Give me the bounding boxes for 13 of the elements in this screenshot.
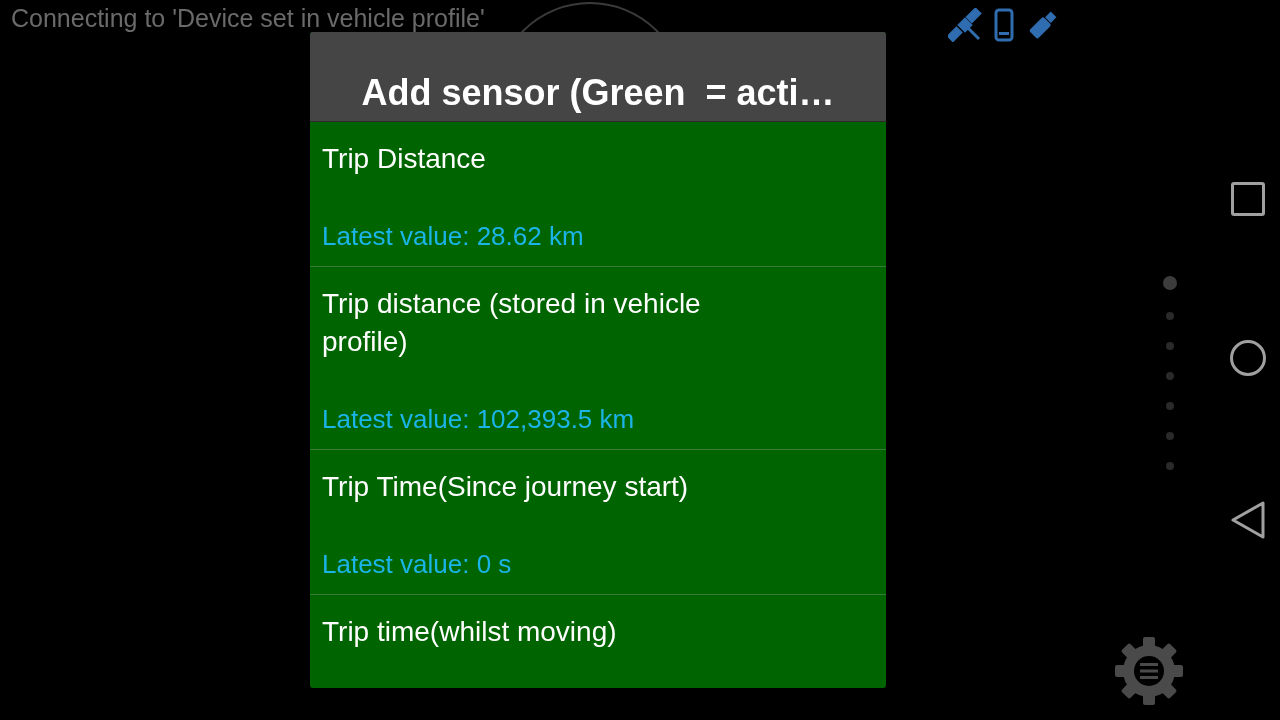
sensor-name: Trip Time(Since journey start) [322,470,690,504]
sensor-name: Trip distance (stored in vehicle profile) [322,287,702,359]
satellite-icon [948,8,982,42]
dialog-title: Add sensor (Green = acti… [361,71,835,115]
back-button[interactable] [1230,500,1266,540]
sensor-latest-value: Latest value: 28.62 km [322,220,585,253]
sensor-name: Trip time(whilst moving) [322,615,618,649]
sensor-latest-value: Latest value: 0 s [322,548,513,581]
sensor-latest-value: Latest value: 102,393.5 km [322,403,636,436]
sensor-name: Trip Distance [322,142,487,176]
phone-icon [994,8,1014,42]
home-button[interactable] [1230,340,1266,376]
recent-apps-button[interactable] [1231,182,1265,216]
